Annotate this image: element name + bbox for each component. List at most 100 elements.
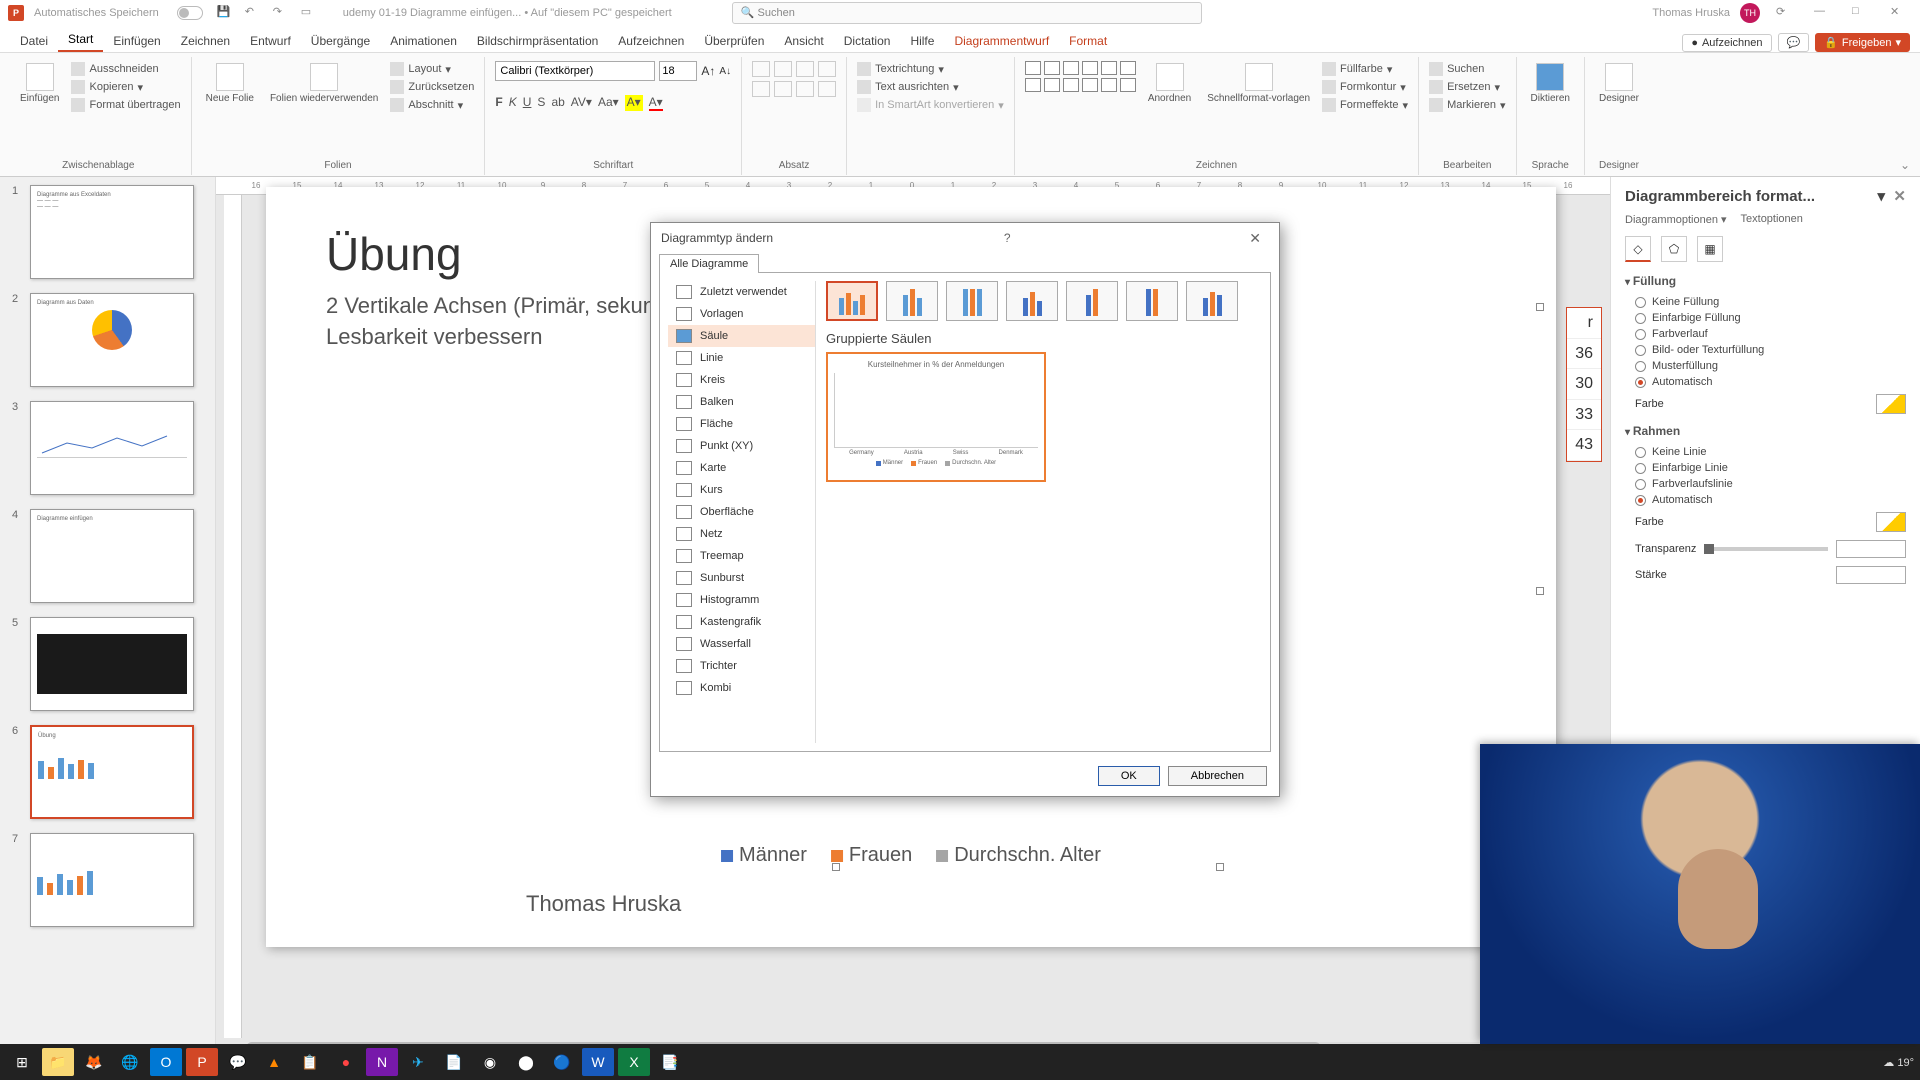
tab-diagrammentwurf[interactable]: Diagrammentwurf — [944, 30, 1059, 52]
chart-type-line[interactable]: Linie — [668, 347, 815, 369]
new-slide-button[interactable]: Neue Folie — [202, 61, 258, 106]
font-size-select[interactable] — [659, 61, 697, 81]
aufzeichnen-button[interactable]: ● Aufzeichnen — [1682, 34, 1771, 52]
fp-effects-icon[interactable]: ⬠ — [1661, 236, 1687, 262]
increase-indent-button[interactable] — [818, 61, 836, 77]
freigeben-button[interactable]: 🔒 Freigeben ▾ — [1815, 33, 1910, 52]
radio-keine-linie[interactable]: Keine Linie — [1625, 444, 1906, 460]
tab-uebergaenge[interactable]: Übergänge — [301, 30, 380, 52]
search-box[interactable]: 🔍 Suchen — [732, 2, 1202, 24]
chart-type-scatter[interactable]: Punkt (XY) — [668, 435, 815, 457]
collapse-ribbon-icon[interactable]: ⌄ — [1896, 154, 1914, 176]
thumb-4[interactable]: Diagramme einfügen — [30, 509, 194, 603]
app-icon-6[interactable]: 🔵 — [546, 1048, 578, 1076]
radio-keine-fuellung[interactable]: Keine Füllung — [1625, 294, 1906, 310]
underline-button[interactable]: U — [523, 95, 532, 111]
thumb-5[interactable] — [30, 617, 194, 711]
tab-start[interactable]: Start — [58, 28, 103, 52]
find-button[interactable]: Suchen — [1429, 61, 1484, 77]
tab-animationen[interactable]: Animationen — [380, 30, 467, 52]
tab-einfuegen[interactable]: Einfügen — [103, 30, 170, 52]
shape-outline-button[interactable]: Formkontur ▾ — [1322, 79, 1408, 95]
chart-type-funnel[interactable]: Trichter — [668, 655, 815, 677]
save-icon[interactable]: 💾 — [217, 5, 233, 21]
fp-fill-icon[interactable]: ◇ — [1625, 236, 1651, 262]
chart-type-sunburst[interactable]: Sunburst — [668, 567, 815, 589]
onenote-icon[interactable]: N — [366, 1048, 398, 1076]
radio-farbverlaufslinie[interactable]: Farbverlaufslinie — [1625, 476, 1906, 492]
dialog-close-icon[interactable]: ✕ — [1241, 226, 1269, 251]
shape-effects-button[interactable]: Formeffekte ▾ — [1322, 97, 1408, 113]
weather-widget[interactable]: ☁ 19° — [1883, 1056, 1914, 1069]
fp-tab-diagramm[interactable]: Diagrammoptionen ▾ — [1625, 213, 1727, 226]
thumb-3[interactable] — [30, 401, 194, 495]
close-icon[interactable]: ✕ — [1890, 5, 1906, 21]
thumb-7[interactable] — [30, 833, 194, 927]
designer-button[interactable]: Designer — [1595, 61, 1643, 106]
transparency-slider[interactable] — [1704, 547, 1828, 551]
vlc-icon[interactable]: ▲ — [258, 1048, 290, 1076]
chart-type-map[interactable]: Karte — [668, 457, 815, 479]
paste-button[interactable]: Einfügen — [16, 61, 63, 106]
chart-type-surface[interactable]: Oberfläche — [668, 501, 815, 523]
minimize-icon[interactable]: — — [1814, 5, 1830, 21]
tab-datei[interactable]: Datei — [10, 30, 58, 52]
start-button[interactable]: ⊞ — [6, 1048, 38, 1076]
replace-button[interactable]: Ersetzen ▾ — [1429, 79, 1500, 95]
obs-icon[interactable]: ◉ — [474, 1048, 506, 1076]
italic-button[interactable]: K — [509, 95, 517, 111]
chart-type-histogram[interactable]: Histogramm — [668, 589, 815, 611]
numbering-button[interactable] — [774, 61, 792, 77]
fill-color-button[interactable] — [1876, 394, 1906, 414]
layout-button[interactable]: Layout ▾ — [390, 61, 474, 77]
align-left-button[interactable] — [752, 81, 770, 97]
powerpoint-icon[interactable]: P — [186, 1048, 218, 1076]
font-name-select[interactable] — [495, 61, 655, 81]
tab-ueberpruefen[interactable]: Überprüfen — [694, 30, 774, 52]
outlook-icon[interactable]: O — [150, 1048, 182, 1076]
comments-button[interactable]: 💬 — [1778, 33, 1810, 52]
maximize-icon[interactable]: □ — [1852, 5, 1868, 21]
chart-type-bar[interactable]: Balken — [668, 391, 815, 413]
highlight-button[interactable]: A▾ — [625, 95, 643, 111]
reuse-slides-button[interactable]: Folien wiederverwenden — [266, 61, 382, 106]
dialog-help-icon[interactable]: ? — [996, 227, 1019, 249]
format-pane-close-icon[interactable]: ✕ — [1893, 188, 1906, 205]
align-text-button[interactable]: Text ausrichten ▾ — [857, 79, 959, 95]
align-right-button[interactable] — [796, 81, 814, 97]
telegram-icon[interactable]: ✈ — [402, 1048, 434, 1076]
app-icon-5[interactable]: ⬤ — [510, 1048, 542, 1076]
decrease-indent-button[interactable] — [796, 61, 814, 77]
tab-bildschirm[interactable]: Bildschirmpräsentation — [467, 30, 608, 52]
strike-button[interactable]: S — [537, 95, 545, 111]
redo-icon[interactable]: ↷ — [273, 5, 289, 21]
reset-button[interactable]: Zurücksetzen — [390, 79, 474, 95]
select-button[interactable]: Markieren ▾ — [1429, 97, 1505, 113]
thumb-2[interactable]: Diagramm aus Daten — [30, 293, 194, 387]
shape-fill-button[interactable]: Füllfarbe ▾ — [1322, 61, 1408, 77]
tab-format[interactable]: Format — [1059, 30, 1117, 52]
section-button[interactable]: Abschnitt ▾ — [390, 97, 474, 113]
thumb-6[interactable]: Übung — [30, 725, 194, 819]
tab-aufzeichnen[interactable]: Aufzeichnen — [608, 30, 694, 52]
width-input[interactable] — [1836, 566, 1906, 584]
cancel-button[interactable]: Abbrechen — [1168, 766, 1267, 786]
shadow-button[interactable]: ab — [551, 95, 564, 111]
radio-automatisch-line[interactable]: Automatisch — [1625, 492, 1906, 508]
subtype-3d-clustered[interactable] — [1006, 281, 1058, 321]
subtype-clustered-column[interactable] — [826, 281, 878, 321]
font-color-button[interactable]: A▾ — [649, 95, 663, 111]
cut-button[interactable]: Ausschneiden — [71, 61, 180, 77]
quick-styles-button[interactable]: Schnellformat-vorlagen — [1203, 61, 1314, 106]
fp-size-icon[interactable]: ▦ — [1697, 236, 1723, 262]
format-painter-button[interactable]: Format übertragen — [71, 97, 180, 113]
increase-font-icon[interactable]: A↑ — [701, 64, 715, 78]
align-center-button[interactable] — [774, 81, 792, 97]
chart-type-waterfall[interactable]: Wasserfall — [668, 633, 815, 655]
tab-entwurf[interactable]: Entwurf — [240, 30, 301, 52]
spacing-button[interactable]: AV▾ — [571, 95, 592, 111]
radio-einfarbige-fuellung[interactable]: Einfarbige Füllung — [1625, 310, 1906, 326]
tab-diktat[interactable]: Dictation — [834, 30, 901, 52]
avatar[interactable]: TH — [1740, 3, 1760, 23]
fp-section-rahmen[interactable]: Rahmen — [1625, 424, 1906, 438]
